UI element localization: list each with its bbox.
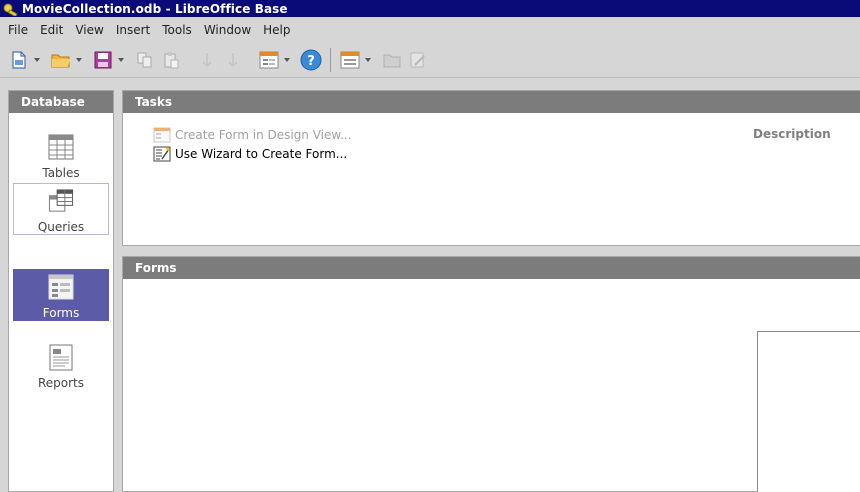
new-document-dropdown[interactable]	[32, 47, 42, 73]
menu-view[interactable]: View	[69, 23, 109, 37]
edit-icon	[410, 52, 425, 67]
menu-bar: File Edit View Insert Tools Window Help	[0, 19, 860, 41]
form-preview-pane	[757, 331, 860, 492]
menu-tools[interactable]: Tools	[156, 23, 198, 37]
tasks-panel: Tasks Create Form in Design View... Use …	[122, 90, 860, 246]
standard-toolbar: ?	[0, 42, 860, 78]
svg-text:?: ?	[307, 54, 315, 69]
database-item-forms[interactable]: Forms	[13, 269, 109, 321]
form-view-dropdown[interactable]	[282, 47, 292, 73]
form-design-icon	[153, 127, 171, 143]
form-icon	[48, 274, 74, 300]
database-item-label: Queries	[37, 220, 85, 234]
save-icon	[94, 51, 112, 68]
sort-descending-icon	[228, 52, 238, 67]
paste-icon	[164, 51, 179, 68]
database-item-label: Forms	[42, 306, 80, 320]
description-label: Description	[753, 127, 831, 141]
database-item-tables[interactable]: Tables	[13, 129, 109, 181]
sort-ascending-button[interactable]	[194, 47, 220, 73]
task-label: Create Form in Design View...	[175, 128, 352, 142]
database-item-queries[interactable]: Queries	[13, 183, 109, 235]
window-title: MovieCollection.odb - LibreOffice Base	[22, 1, 288, 16]
task-use-wizard-create-form[interactable]: Use Wizard to Create Form...	[153, 146, 347, 162]
open-button[interactable]	[48, 47, 74, 73]
copy-icon	[137, 52, 152, 67]
database-item-reports[interactable]: Reports	[13, 339, 109, 391]
database-item-label: Reports	[37, 376, 85, 390]
forms-panel-header: Forms	[123, 257, 860, 279]
database-objects-icon	[340, 51, 360, 68]
form-view-icon	[259, 51, 279, 68]
query-icon	[48, 189, 74, 212]
open-dropdown[interactable]	[74, 47, 84, 73]
menu-insert[interactable]: Insert	[110, 23, 156, 37]
title-bar: MovieCollection.odb - LibreOffice Base	[0, 0, 860, 17]
table-icon	[48, 134, 74, 160]
database-objects-dropdown[interactable]	[363, 47, 373, 73]
database-item-label: Tables	[42, 166, 80, 180]
folder-open-icon	[51, 54, 70, 67]
report-icon	[49, 344, 73, 371]
menu-window[interactable]: Window	[198, 23, 257, 37]
task-create-form-design-view[interactable]: Create Form in Design View...	[153, 127, 352, 143]
forms-panel: Forms	[122, 256, 860, 492]
database-objects-button[interactable]	[337, 47, 363, 73]
menu-file[interactable]: File	[2, 23, 34, 37]
edit-object-button[interactable]	[405, 47, 431, 73]
help-button[interactable]: ?	[298, 47, 324, 73]
new-document-button[interactable]	[6, 47, 32, 73]
help-icon: ?	[300, 49, 322, 70]
open-object-button[interactable]	[379, 47, 405, 73]
form-wizard-icon	[153, 146, 171, 162]
new-document-icon	[12, 50, 26, 69]
database-panel-header: Database	[9, 91, 113, 113]
folder-icon	[383, 54, 401, 67]
save-dropdown[interactable]	[116, 47, 126, 73]
form-view-button[interactable]	[256, 47, 282, 73]
tasks-panel-header: Tasks	[123, 91, 860, 113]
paste-button[interactable]	[158, 47, 184, 73]
libreoffice-base-icon	[3, 2, 19, 16]
sort-ascending-icon	[202, 52, 212, 67]
toolbar-separator	[330, 47, 331, 72]
database-panel: Database Tables Queries Forms Reports	[8, 90, 114, 492]
task-label: Use Wizard to Create Form...	[175, 147, 348, 161]
copy-button[interactable]	[132, 47, 158, 73]
menu-help[interactable]: Help	[257, 23, 296, 37]
sort-descending-button[interactable]	[220, 47, 246, 73]
menu-edit[interactable]: Edit	[34, 23, 69, 37]
save-button[interactable]	[90, 47, 116, 73]
